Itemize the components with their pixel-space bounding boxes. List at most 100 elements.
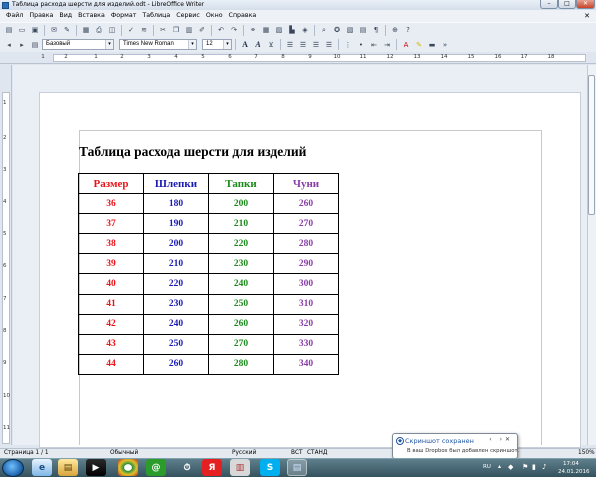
header-shlepki[interactable]: Шлепки <box>143 172 209 195</box>
page-indicator[interactable]: Страница 1 / 1 <box>4 449 49 458</box>
menu-insert[interactable]: Вставка <box>75 10 108 22</box>
table-cell[interactable]: 44 <box>78 353 144 375</box>
start-button[interactable] <box>2 459 24 477</box>
chevron-down-icon[interactable]: ▾ <box>188 40 196 49</box>
dropbox-tray-icon[interactable]: ◆ <box>508 463 513 471</box>
table-cell[interactable]: 200 <box>143 233 209 255</box>
edit-mode-icon[interactable]: ✎ <box>61 24 73 36</box>
back-arrow-icon[interactable]: ◂ <box>3 39 15 51</box>
decrease-indent-icon[interactable]: ⇤ <box>368 39 380 51</box>
network-icon[interactable]: ▮ <box>532 463 536 471</box>
menu-edit[interactable]: Правка <box>26 10 56 22</box>
italic-button[interactable]: A <box>252 39 264 51</box>
table-cell[interactable]: 330 <box>273 333 339 355</box>
menu-table[interactable]: Таблица <box>139 10 173 22</box>
redo-icon[interactable]: ↷ <box>228 24 240 36</box>
autospell-icon[interactable]: ≋ <box>138 24 150 36</box>
icq-icon[interactable]: @ <box>146 459 166 476</box>
close-document-icon[interactable]: ✕ <box>581 10 593 22</box>
table-cell[interactable]: 42 <box>78 313 144 335</box>
scrollbar-thumb[interactable] <box>588 75 595 215</box>
table-cell[interactable]: 36 <box>78 193 144 215</box>
forward-arrow-icon[interactable]: ▸ <box>16 39 28 51</box>
document-title[interactable]: Таблица расхода шерсти для изделий <box>79 144 306 160</box>
align-center-icon[interactable]: ☰ <box>297 39 309 51</box>
table-cell[interactable]: 37 <box>78 213 144 235</box>
table-cell[interactable]: 230 <box>143 293 209 315</box>
dropbox-notification[interactable]: ◆ Скриншот сохранен В ваш Dropbox был до… <box>392 433 519 459</box>
flag-icon[interactable]: ⚑ <box>522 463 528 471</box>
table-cell[interactable]: 38 <box>78 233 144 255</box>
align-right-icon[interactable]: ☰ <box>310 39 322 51</box>
stopwatch-icon[interactable]: ⏱ <box>177 459 197 476</box>
image-icon[interactable]: ▨ <box>273 24 285 36</box>
table-cell[interactable]: 210 <box>143 253 209 275</box>
table-cell[interactable]: 250 <box>143 333 209 355</box>
table-cell[interactable]: 260 <box>273 193 339 215</box>
header-chuni[interactable]: Чуни <box>273 172 339 195</box>
export-pdf-icon[interactable]: ▦ <box>80 24 92 36</box>
notification-controls-icon[interactable]: ‹ ›✕ <box>489 436 513 443</box>
explorer-folder-icon[interactable]: ▤ <box>58 459 78 476</box>
align-left-icon[interactable]: ☰ <box>284 39 296 51</box>
bold-button[interactable]: A <box>239 39 251 51</box>
table-cell[interactable]: 39 <box>78 253 144 275</box>
table-cell[interactable]: 270 <box>208 333 274 355</box>
numbering-icon[interactable]: ⋮ <box>342 39 354 51</box>
clone-format-icon[interactable]: ✐ <box>196 24 208 36</box>
paragraph-style-combo[interactable]: Базовый ▾ <box>42 39 114 50</box>
styles-icon[interactable]: ▤ <box>29 39 41 51</box>
clock-time[interactable]: 17:04 <box>563 461 579 467</box>
table-cell[interactable]: 260 <box>143 353 209 375</box>
table-icon[interactable]: ▦ <box>260 24 272 36</box>
find-replace-icon[interactable]: ⌕ <box>318 24 330 36</box>
font-color-icon[interactable]: A <box>400 39 412 51</box>
chrome-icon[interactable] <box>118 459 138 476</box>
bullets-icon[interactable]: • <box>355 39 367 51</box>
table-cell[interactable]: 300 <box>273 273 339 295</box>
new-document-icon[interactable]: ▤ <box>3 24 15 36</box>
ruler-track[interactable] <box>53 54 586 62</box>
libreoffice-writer-taskbar-icon[interactable]: ▤ <box>287 459 307 476</box>
table-cell[interactable]: 41 <box>78 293 144 315</box>
justify-icon[interactable]: ☰ <box>323 39 335 51</box>
menu-tools[interactable]: Сервис <box>173 10 203 22</box>
clock-date[interactable]: 24.01.2016 <box>558 469 590 475</box>
draw-functions-icon[interactable]: ◈ <box>299 24 311 36</box>
hyperlink-icon[interactable]: ⚭ <box>247 24 259 36</box>
page-style[interactable]: Обычный <box>110 449 138 458</box>
data-sources-icon[interactable]: ▤ <box>357 24 369 36</box>
menu-window[interactable]: Окно <box>203 10 226 22</box>
table-cell[interactable]: 340 <box>273 353 339 375</box>
header-size[interactable]: Размер <box>78 172 144 195</box>
minimize-button[interactable]: – <box>540 0 558 9</box>
table-cell[interactable]: 240 <box>208 273 274 295</box>
keyboard-language[interactable]: RU <box>483 464 491 470</box>
chevron-down-icon[interactable]: ▾ <box>223 40 231 49</box>
chevron-down-icon[interactable]: ▾ <box>105 40 113 49</box>
email-icon[interactable]: ✉ <box>48 24 60 36</box>
table-cell[interactable]: 230 <box>208 253 274 275</box>
table-cell[interactable]: 250 <box>208 293 274 315</box>
underline-icon[interactable]: ⊻ <box>265 39 277 51</box>
increase-indent-icon[interactable]: ⇥ <box>381 39 393 51</box>
volume-icon[interactable]: ♪ <box>542 463 546 471</box>
table-cell[interactable]: 260 <box>208 313 274 335</box>
table-cell[interactable]: 220 <box>208 233 274 255</box>
internet-explorer-icon[interactable]: e <box>32 459 52 476</box>
more-options-icon[interactable]: » <box>439 39 451 51</box>
chart-icon[interactable]: ▙ <box>286 24 298 36</box>
formatting-marks-icon[interactable]: ¶ <box>370 24 382 36</box>
tray-expand-icon[interactable]: ▴ <box>498 463 501 470</box>
table-cell[interactable]: 280 <box>208 353 274 375</box>
table-cell[interactable]: 210 <box>208 213 274 235</box>
menu-file[interactable]: Файл <box>3 10 26 22</box>
table-cell[interactable]: 320 <box>273 313 339 335</box>
table-cell[interactable]: 200 <box>208 193 274 215</box>
media-player-icon[interactable]: ▶ <box>86 459 106 476</box>
wool-usage-table[interactable]: Размер Шлепки Тапки Чуни 36 180 200 260 … <box>78 172 339 375</box>
maximize-button[interactable]: □ <box>558 0 576 9</box>
skype-icon[interactable]: S <box>260 459 280 476</box>
paste-icon[interactable]: ▥ <box>183 24 195 36</box>
cut-icon[interactable]: ✂ <box>157 24 169 36</box>
